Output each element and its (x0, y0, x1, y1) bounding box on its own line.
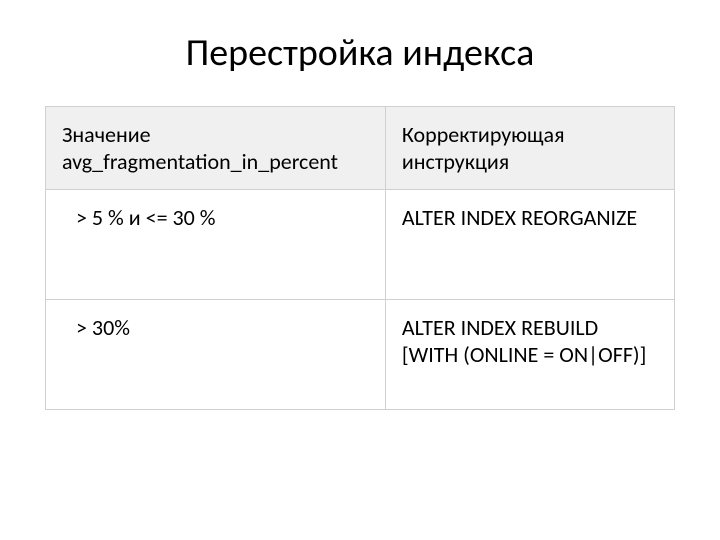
cell-action: ALTER INDEX REBUILD [WITH (ONLINE = ON|O… (385, 300, 674, 410)
table-row: > 5 % и <= 30 % ALTER INDEX REORGANIZE (46, 190, 675, 300)
table-header-row: Значение avg_fragmentation_in_percent Ко… (46, 107, 675, 190)
header-condition: Значение avg_fragmentation_in_percent (46, 107, 386, 190)
cell-condition: > 30% (46, 300, 386, 410)
fragmentation-table: Значение avg_fragmentation_in_percent Ко… (45, 106, 675, 410)
cell-condition: > 5 % и <= 30 % (46, 190, 386, 300)
cell-action: ALTER INDEX REORGANIZE (385, 190, 674, 300)
page-title: Перестройка индекса (45, 30, 675, 76)
header-action: Корректирующая инструкция (385, 107, 674, 190)
table-row: > 30% ALTER INDEX REBUILD [WITH (ONLINE … (46, 300, 675, 410)
